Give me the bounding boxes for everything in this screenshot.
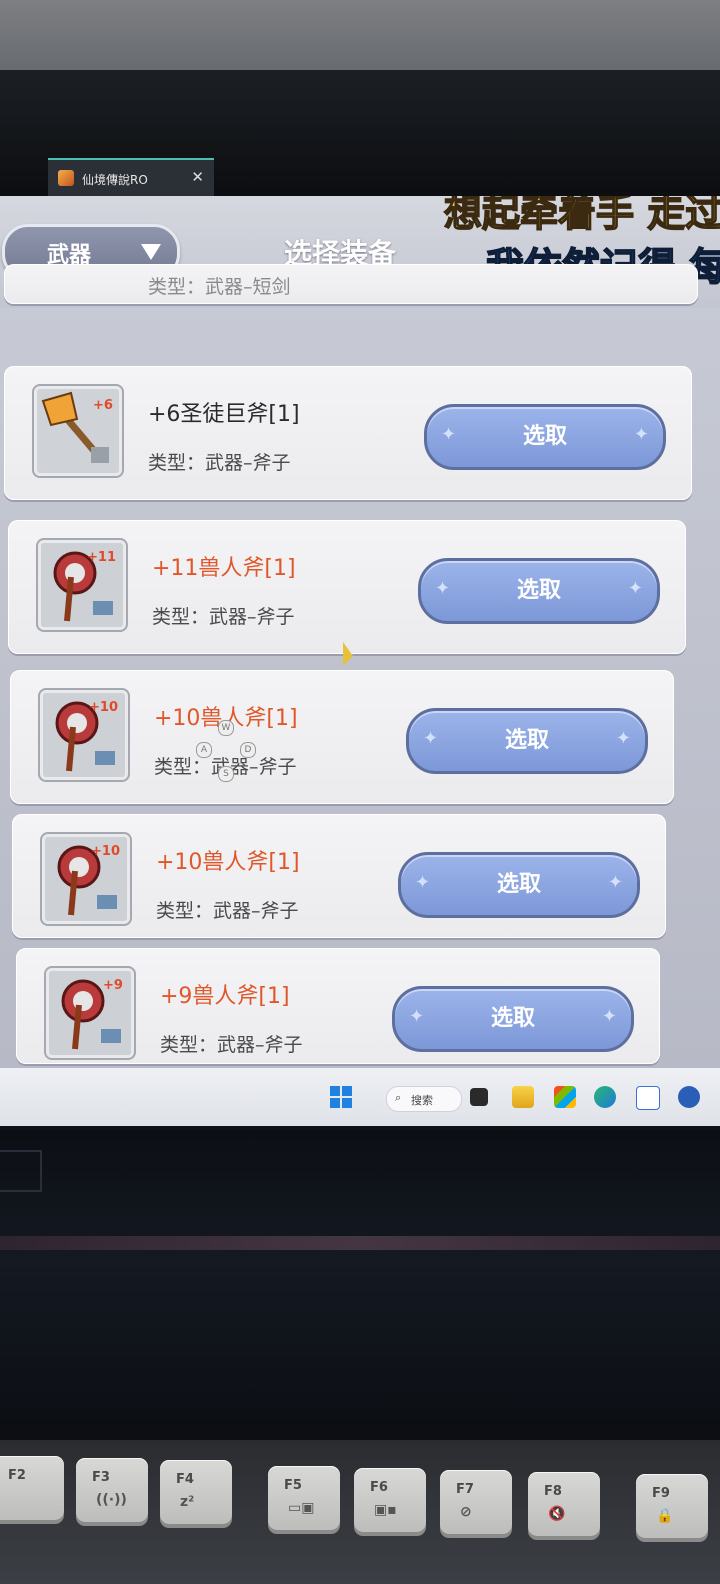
overlay-key-d: D [240, 742, 256, 758]
taskbar-search-label: 搜索 [411, 1094, 433, 1107]
select-button[interactable]: ✦ 选取 ✦ [392, 986, 634, 1052]
refine-badge: +10 [91, 844, 120, 859]
select-button-label: 选取 [496, 872, 541, 897]
item-type: 类型：武器–短剑 [148, 276, 291, 298]
item-type: 类型：武器–斧子 [156, 900, 299, 922]
sparkle-icon: ✦ [435, 578, 451, 599]
overlay-key-w: W [218, 720, 234, 736]
key-f8[interactable]: F8 🔇 [528, 1472, 600, 1536]
app-tab[interactable]: 仙境傳說RO ✕ [48, 158, 214, 196]
orcish-axe-icon: +10 [43, 693, 125, 777]
close-icon[interactable]: ✕ [191, 168, 204, 186]
item-name: +11兽人斧[1] [152, 556, 296, 581]
equipment-card[interactable]: +10 +10兽人斧[1] 类型：武器–斧子 ✦ 选取 ✦ W A S D [10, 670, 674, 804]
overlay-key-a: A [196, 742, 212, 758]
item-name: +10兽人斧[1] [156, 850, 300, 875]
select-button[interactable]: ✦ 选取 ✦ [398, 852, 640, 918]
sparkle-icon: ✦ [607, 872, 623, 893]
app-logo-icon [58, 170, 74, 186]
key-f6[interactable]: F6 ▣▪ [354, 1468, 426, 1532]
edge-icon[interactable] [594, 1086, 616, 1108]
monitor-bottom-bezel [0, 1130, 720, 1460]
select-button[interactable]: ✦ 选取 ✦ [418, 558, 660, 624]
orcish-axe-icon: +10 [45, 837, 127, 921]
sparkle-icon: ✦ [415, 872, 431, 893]
equipment-card[interactable]: +9 +9兽人斧[1] 类型：武器–斧子 ✦ 选取 ✦ [16, 948, 660, 1064]
item-name: +9兽人斧[1] [160, 984, 290, 1009]
key-f4[interactable]: F4 z² [160, 1460, 232, 1524]
taskbar: ⌕ 搜索 [0, 1068, 720, 1126]
sparkle-icon: ✦ [423, 728, 439, 749]
baidu-icon[interactable] [636, 1086, 660, 1110]
laptop-hinge [0, 1236, 720, 1250]
sparkle-icon: ✦ [601, 1006, 617, 1027]
select-button[interactable]: ✦ 选取 ✦ [424, 404, 666, 470]
taskbar-search[interactable]: ⌕ 搜索 [386, 1086, 462, 1112]
item-name: +6圣徒巨斧[1] [148, 402, 300, 427]
start-icon[interactable] [330, 1086, 352, 1108]
equipment-card[interactable]: +11 +11兽人斧[1] 类型：武器–斧子 ✦ 选取 ✦ [8, 520, 686, 654]
select-button-label: 选取 [522, 424, 567, 449]
bezel-logo [0, 1150, 42, 1192]
equipment-card[interactable]: +10 +10兽人斧[1] 类型：武器–斧子 ✦ 选取 ✦ [12, 814, 666, 938]
game-window: 武器 选择装备 想起牵着手 走过 我依然记得 每 类型：武器–短剑 +6 +6圣… [0, 196, 720, 1068]
key-f5[interactable]: F5 ▭▣ [268, 1466, 340, 1530]
select-button-label: 选取 [490, 1006, 535, 1031]
item-icon: +6 [34, 386, 122, 476]
app-icon[interactable] [678, 1086, 700, 1108]
refine-badge: +10 [89, 700, 118, 715]
item-icon: +10 [40, 690, 128, 780]
wall-background [0, 0, 720, 80]
refine-badge: +11 [87, 550, 116, 565]
orcish-axe-icon: +9 [49, 971, 131, 1055]
app-tab-title: 仙境傳說RO [82, 173, 148, 187]
key-f2[interactable]: F2 [0, 1456, 64, 1520]
sparkle-icon: ✦ [627, 578, 643, 599]
mouse-cursor-icon [343, 642, 353, 666]
select-button[interactable]: ✦ 选取 ✦ [406, 708, 648, 774]
lyric-line-1: 想起牵着手 走过 [443, 196, 720, 236]
store-icon[interactable] [554, 1086, 576, 1108]
task-view-icon[interactable] [470, 1088, 488, 1106]
item-type: 类型：武器–斧子 [152, 606, 295, 628]
item-icon: +9 [46, 968, 134, 1058]
item-type: 类型：武器–斧子 [148, 452, 291, 474]
item-icon: +10 [42, 834, 130, 924]
sparkle-icon: ✦ [409, 1006, 425, 1027]
refine-badge: +9 [103, 978, 123, 993]
orcish-axe-icon: +11 [41, 543, 123, 627]
equipment-card[interactable]: 类型：武器–短剑 [4, 264, 698, 304]
sparkle-icon: ✦ [615, 728, 631, 749]
item-icon: +11 [38, 540, 126, 630]
key-f3[interactable]: F3 ((·)) [76, 1458, 148, 1522]
key-f9[interactable]: F9 🔒 [636, 1474, 708, 1538]
keyboard: F2 F3 ((·)) F4 z² F5 ▭▣ F6 ▣▪ F7 ⊘ F8 🔇 … [0, 1440, 720, 1584]
item-type: 类型：武器–斧子 [160, 1034, 303, 1056]
key-f7[interactable]: F7 ⊘ [440, 1470, 512, 1534]
equipment-card[interactable]: +6 +6圣徒巨斧[1] 类型：武器–斧子 ✦ 选取 ✦ [4, 366, 692, 500]
sparkle-icon: ✦ [633, 424, 649, 445]
select-button-label: 选取 [516, 578, 561, 603]
select-button-label: 选取 [504, 728, 549, 753]
axe-icon: +6 [37, 389, 119, 473]
chevron-down-icon [141, 244, 161, 260]
refine-badge: +6 [93, 398, 113, 413]
search-icon: ⌕ [395, 1091, 402, 1104]
file-explorer-icon[interactable] [512, 1086, 534, 1108]
overlay-key-s: S [218, 766, 234, 782]
sparkle-icon: ✦ [441, 424, 457, 445]
equipment-list[interactable]: 类型：武器–短剑 +6 +6圣徒巨斧[1] 类型：武器–斧子 ✦ 选取 ✦ +1… [0, 264, 720, 1068]
